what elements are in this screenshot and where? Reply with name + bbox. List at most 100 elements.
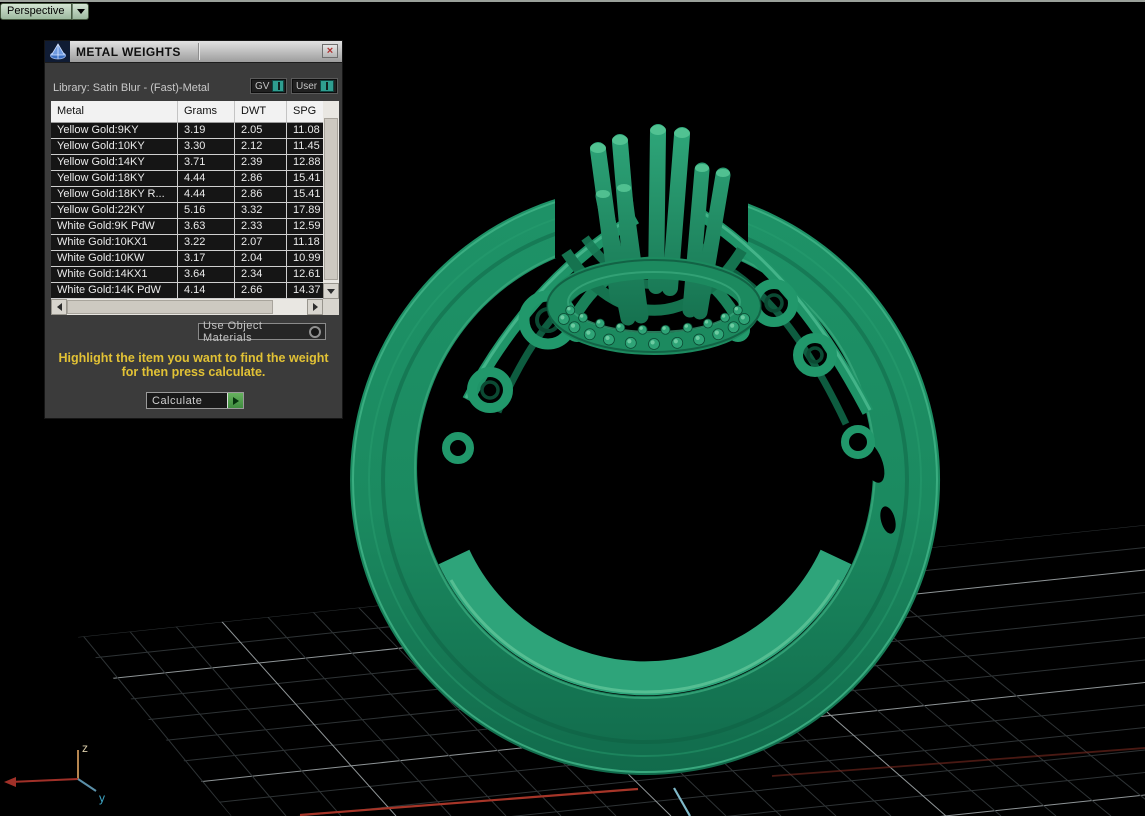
scroll-left-button[interactable] xyxy=(51,299,67,315)
materials-dropdown[interactable]: Use Object Materials xyxy=(198,320,326,344)
cell-grams: 4.44 xyxy=(178,171,235,187)
cell-dwt: 2.86 xyxy=(235,171,287,187)
cell-dwt: 3.32 xyxy=(235,203,287,219)
cell-dwt: 2.04 xyxy=(235,251,287,267)
instruction-line2: for then press calculate. xyxy=(121,365,266,379)
cell-spg: 11.08 xyxy=(287,123,323,139)
table-row[interactable]: Yellow Gold:18KY 4.44 2.86 15.41 xyxy=(51,171,323,187)
col-header-metal[interactable]: Metal xyxy=(51,101,178,123)
dialog-titlebar[interactable]: METAL WEIGHTS × xyxy=(45,41,342,63)
instruction-line1: Highlight the item you want to find the … xyxy=(58,351,329,365)
viewport-label-group: Perspective xyxy=(0,3,90,20)
vertical-scroll-thumb[interactable] xyxy=(324,118,338,280)
dropdown-radio-icon xyxy=(309,325,321,338)
scroll-right-icon xyxy=(312,303,318,311)
cell-metal: Yellow Gold:10KY xyxy=(51,139,178,155)
calculate-go-button[interactable] xyxy=(227,393,243,408)
play-icon xyxy=(232,396,239,405)
gv-button[interactable]: GV xyxy=(250,78,287,94)
table-row[interactable]: Yellow Gold:14KY 3.71 2.39 12.88 xyxy=(51,155,323,171)
col-header-grams[interactable]: Grams xyxy=(178,101,235,123)
cell-spg: 12.59 xyxy=(287,219,323,235)
cell-spg: 11.18 xyxy=(287,235,323,251)
cell-metal: White Gold:14K PdW xyxy=(51,283,178,299)
table-row[interactable]: White Gold:14K PdW 4.14 2.66 14.37 xyxy=(51,283,323,299)
table-row[interactable]: White Gold:14KX1 3.64 2.34 12.61 xyxy=(51,267,323,283)
gizmo-z-label: z xyxy=(82,741,88,755)
calculate-button-label: Calculate xyxy=(152,394,203,407)
metal-weights-dialog: METAL WEIGHTS × Library: Satin Blur - (F… xyxy=(44,40,343,419)
utility-cone-icon xyxy=(45,41,70,62)
table-row[interactable]: Yellow Gold:18KY R... 4.44 2.86 15.41 xyxy=(51,187,323,203)
scroll-down-button[interactable] xyxy=(323,283,339,299)
user-button-label: User xyxy=(296,80,318,92)
gv-toggle-icon[interactable] xyxy=(272,80,284,92)
table-row[interactable]: White Gold:9K PdW 3.63 2.33 12.59 xyxy=(51,219,323,235)
cell-spg: 15.41 xyxy=(287,187,323,203)
cell-metal: White Gold:9K PdW xyxy=(51,219,178,235)
user-toggle-icon[interactable] xyxy=(320,80,335,92)
cell-grams: 3.64 xyxy=(178,267,235,283)
cell-dwt: 2.34 xyxy=(235,267,287,283)
cell-metal: Yellow Gold:18KY xyxy=(51,171,178,187)
table-row[interactable]: White Gold:10KX1 3.22 2.07 11.18 xyxy=(51,235,323,251)
viewport-label-dropdown[interactable] xyxy=(72,3,90,20)
cell-spg: 14.37 xyxy=(287,283,323,299)
cell-dwt: 2.33 xyxy=(235,219,287,235)
horizontal-scroll-track[interactable] xyxy=(67,299,307,315)
user-button[interactable]: User xyxy=(291,78,338,94)
cell-metal: Yellow Gold:22KY xyxy=(51,203,178,219)
cell-grams: 3.17 xyxy=(178,251,235,267)
table-body: Yellow Gold:9KY 3.19 2.05 11.08 Yellow Gold… xyxy=(51,123,323,299)
materials-dropdown-value: Use Object Materials xyxy=(203,319,263,344)
table-row[interactable]: Yellow Gold:9KY 3.19 2.05 11.08 xyxy=(51,123,323,139)
cell-metal: Yellow Gold:14KY xyxy=(51,155,178,171)
horizontal-scroll-thumb[interactable] xyxy=(67,300,273,314)
cell-grams: 3.22 xyxy=(178,235,235,251)
chevron-down-icon xyxy=(76,9,85,14)
dialog-title: METAL WEIGHTS xyxy=(76,44,181,59)
cell-metal: White Gold:10KX1 xyxy=(51,235,178,251)
cell-spg: 12.88 xyxy=(287,155,323,171)
viewport-stage: z y Perspective METAL WEIGHTS × Library:… xyxy=(0,0,1145,816)
col-header-spg[interactable]: SPG xyxy=(287,101,323,123)
vertical-scrollbar[interactable] xyxy=(323,101,339,299)
cell-grams: 3.30 xyxy=(178,139,235,155)
cell-grams: 4.14 xyxy=(178,283,235,299)
cell-dwt: 2.86 xyxy=(235,187,287,203)
scrollbar-corner xyxy=(323,299,339,315)
titlebar-divider xyxy=(198,43,199,60)
cell-dwt: 2.07 xyxy=(235,235,287,251)
ring-model[interactable] xyxy=(350,124,941,775)
scroll-left-icon xyxy=(56,303,62,311)
gizmo-y-label: y xyxy=(99,791,105,805)
scroll-down-icon xyxy=(327,288,335,294)
cell-spg: 17.89 xyxy=(287,203,323,219)
library-label: Library: Satin Blur - (Fast)-Metal xyxy=(53,82,210,94)
cell-grams: 3.19 xyxy=(178,123,235,139)
table-row[interactable]: Yellow Gold:10KY 3.30 2.12 11.45 xyxy=(51,139,323,155)
close-button[interactable]: × xyxy=(322,44,338,58)
cell-metal: White Gold:10KW xyxy=(51,251,178,267)
viewport-label[interactable]: Perspective xyxy=(0,3,73,20)
cell-dwt: 2.12 xyxy=(235,139,287,155)
cell-spg: 15.41 xyxy=(287,171,323,187)
gv-button-label: GV xyxy=(255,80,270,92)
cell-grams: 3.63 xyxy=(178,219,235,235)
cell-dwt: 2.05 xyxy=(235,123,287,139)
table-row[interactable]: White Gold:10KW 3.17 2.04 10.99 xyxy=(51,251,323,267)
scroll-right-button[interactable] xyxy=(307,299,323,315)
col-header-dwt[interactable]: DWT xyxy=(235,101,287,123)
cell-grams: 3.71 xyxy=(178,155,235,171)
cell-dwt: 2.39 xyxy=(235,155,287,171)
x-axis-arrow-icon xyxy=(4,777,16,787)
table-header: Metal Grams DWT SPG xyxy=(51,101,339,123)
calculate-button[interactable]: Calculate xyxy=(146,392,244,409)
horizontal-scrollbar[interactable] xyxy=(51,299,339,315)
table-row[interactable]: Yellow Gold:22KY 5.16 3.32 17.89 xyxy=(51,203,323,219)
cell-metal: White Gold:14KX1 xyxy=(51,267,178,283)
cell-metal: Yellow Gold:18KY R... xyxy=(51,187,178,203)
metal-weights-table: Metal Grams DWT SPG Yellow Gold:9KY 3.19 2… xyxy=(51,101,339,315)
cell-grams: 4.44 xyxy=(178,187,235,203)
cell-dwt: 2.66 xyxy=(235,283,287,299)
